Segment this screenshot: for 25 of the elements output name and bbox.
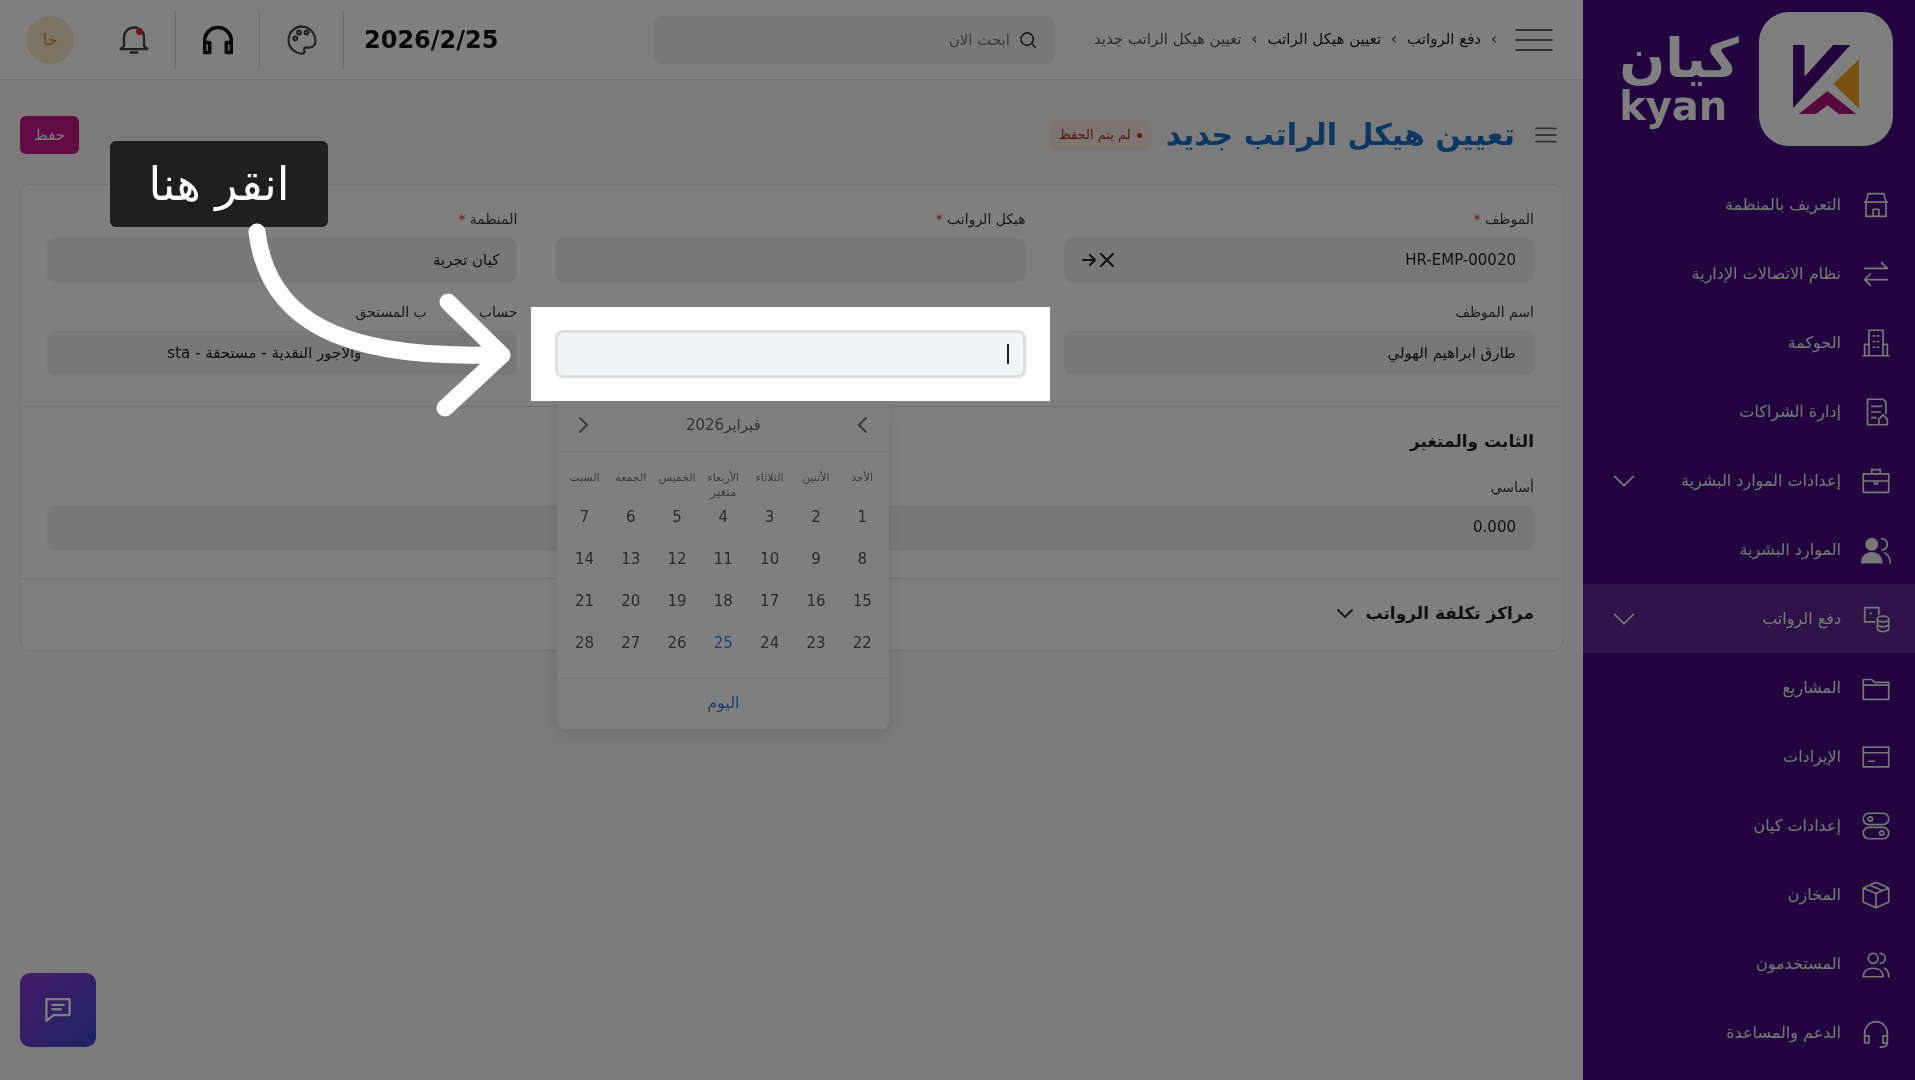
section-title: الثابت والمتغير <box>1409 430 1534 454</box>
weekday-label: السبت <box>568 469 601 486</box>
field-label: اسم الموظف <box>1454 303 1534 323</box>
status-badge: لم يتم الحفظ <box>1048 120 1152 150</box>
tooltip: انقر هنا <box>110 141 328 227</box>
column-label: متغير <box>710 484 737 501</box>
weekday-label: الخميس <box>657 469 697 486</box>
field-label: المنظمة * <box>457 210 518 229</box>
weekday-label: الثلاثاء <box>754 469 785 486</box>
weekday-label: الجمعه <box>614 469 648 486</box>
field-label: حساب <box>478 303 518 322</box>
field-label: أساسي <box>1490 477 1534 497</box>
field-label: الموظف * <box>1472 210 1534 230</box>
breadcrumb-separator: › <box>1251 29 1258 51</box>
date-text: 2026/2/25 <box>363 24 499 56</box>
page-title: تعيين هيكل الراتب جديد <box>1165 117 1515 153</box>
breadcrumb-separator: › <box>1491 29 1497 51</box>
logo-text: كيان <box>1619 32 1739 86</box>
month-title: فبراير2026 <box>685 415 761 436</box>
weekday-label: الأثنين <box>801 469 831 486</box>
weekday-label: الأحد <box>850 469 875 486</box>
weekday-label: الأربعاء <box>706 469 741 486</box>
field-label: هيكل الرواتب * <box>934 210 1026 230</box>
breadcrumb-separator: › <box>1391 29 1398 51</box>
field-label: ب المستحق <box>355 303 427 323</box>
